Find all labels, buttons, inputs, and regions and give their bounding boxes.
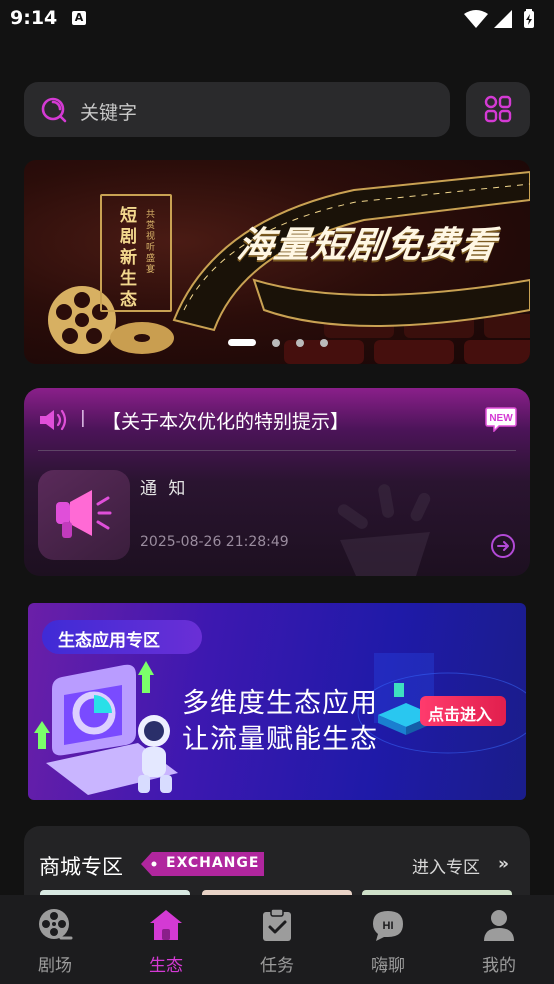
enter-button[interactable]: 点击进入 (420, 696, 506, 726)
tab-tasks[interactable]: 任务 (222, 895, 332, 984)
wifi-icon (464, 10, 488, 28)
banner-vertical-small: 共赏视听盛宴 (146, 210, 156, 275)
notice-decoration (337, 484, 431, 576)
tab-label: 生态 (149, 956, 183, 976)
enter-button-label: 点击进入 (428, 705, 493, 724)
grid-button[interactable] (466, 82, 530, 137)
eco-headline-2: 让流量赋能生态 (182, 724, 378, 755)
eco-app-banner[interactable]: 生态应用专区 多维度生态应用 让流量赋能生态 点击进入 (28, 603, 526, 800)
megaphone-icon (56, 490, 112, 538)
mall-title: 商城专区 (39, 855, 123, 879)
notification-icon: A (72, 11, 86, 25)
search-input[interactable]: 关键字 (24, 82, 450, 137)
speaker-icon (40, 409, 67, 431)
tab-profile[interactable]: 我的 (444, 895, 554, 984)
notice-separator: | (80, 408, 86, 428)
status-icons (464, 9, 534, 28)
notice-divider (38, 450, 516, 451)
banner-vertical-text: 短剧新生态 (120, 206, 137, 310)
promo-banner[interactable]: 短剧新生态 共赏视听盛宴 海量短剧免费看 (24, 160, 530, 364)
user-icon (484, 910, 514, 941)
home-icon (150, 910, 182, 940)
notice-card[interactable]: | 【关于本次优化的特别提示】 NEW 通 知 2025-08-26 21:28… (24, 388, 530, 576)
banner-headline: 海量短剧免费看 (234, 225, 500, 266)
carousel-dot[interactable] (296, 339, 304, 347)
tab-label: 任务 (260, 956, 294, 976)
search-placeholder: 关键字 (80, 102, 138, 124)
eco-headline-1: 多维度生态应用 (182, 688, 378, 719)
eco-tag-text: 生态应用专区 (58, 631, 160, 651)
notice-label: 通 知 (140, 479, 189, 499)
eco-tag: 生态应用专区 (42, 620, 202, 654)
exchange-tag-text: EXCHANGE (166, 855, 260, 871)
notice-icon-box (38, 470, 130, 560)
notice-timestamp: 2025-08-26 21:28:49 (140, 534, 289, 550)
tab-label: 我的 (482, 956, 516, 976)
film-reel-icon (39, 909, 73, 940)
notice-title[interactable]: 【关于本次优化的特别提示】 (102, 407, 349, 434)
double-chevron-icon[interactable]: » (498, 854, 509, 874)
arrow-right-circle-icon[interactable] (490, 533, 516, 559)
status-time: 9:14 (10, 7, 58, 29)
exchange-tag: EXCHANGE (140, 851, 266, 877)
banner-vertical-box: 短剧新生态 共赏视听盛宴 (100, 194, 172, 312)
tab-label: 嗨聊 (371, 956, 405, 976)
chat-hi-icon: HI (373, 911, 403, 941)
clipboard-check-icon (263, 908, 291, 941)
tab-theater[interactable]: 剧场 (0, 895, 110, 984)
signal-icon (494, 10, 512, 28)
carousel-dot[interactable] (272, 339, 280, 347)
carousel-dot[interactable] (228, 339, 256, 346)
search-icon (41, 97, 67, 123)
tab-ecosystem[interactable]: 生态 (111, 895, 221, 984)
new-badge-icon: NEW (485, 407, 517, 432)
tab-label: 剧场 (38, 956, 72, 976)
svg-text:HI: HI (383, 920, 394, 932)
tab-chat[interactable]: HI 嗨聊 (333, 895, 443, 984)
status-bar: 9:14 A (0, 0, 554, 38)
bottom-tab-bar: 剧场 生态 任务 HI 嗨聊 我的 (0, 895, 554, 984)
enter-zone-link[interactable]: 进入专区 (412, 853, 480, 878)
carousel-dot[interactable] (320, 339, 328, 347)
svg-text:NEW: NEW (489, 413, 513, 424)
grid-icon (484, 95, 512, 123)
carousel-dots (228, 338, 338, 348)
